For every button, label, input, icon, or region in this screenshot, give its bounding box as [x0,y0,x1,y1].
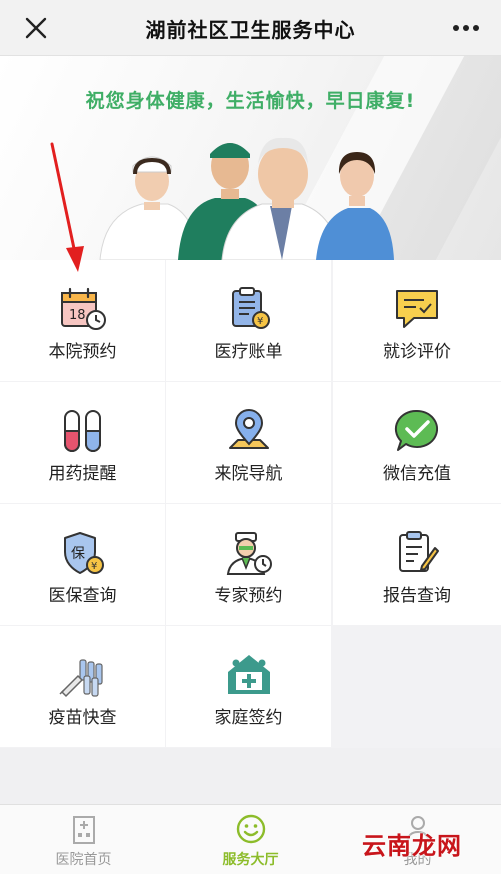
annotation-arrow [50,142,84,272]
service-label: 本院预约 [48,342,117,362]
service-insurance-query[interactable]: 保 ¥ 医保查询 [0,504,165,625]
more-dots-icon[interactable] [451,14,481,42]
tab-label: 服务大厅 [222,852,279,868]
service-label: 专家预约 [214,586,283,606]
tab-label: 医院首页 [55,852,112,868]
service-family-contract[interactable]: 家庭签约 [166,626,331,747]
service-navigation[interactable]: 来院导航 [166,382,331,503]
bill-icon: ¥ [231,287,270,329]
service-medication-reminder[interactable]: 用药提醒 [0,382,165,503]
service-evaluation[interactable]: 就诊评价 [333,260,501,381]
close-icon[interactable] [22,14,50,42]
service-label: 就诊评价 [383,342,451,362]
service-grid: 18 本院预约 ¥ 医疗账单 就诊评价 用药提醒 来院导航 微信充值 保 ¥ 医… [0,260,501,748]
calendar-day: 18 [69,308,86,323]
doctor-clock-icon [226,532,272,575]
service-expert-appointment[interactable]: 专家预约 [166,504,331,625]
wechat-icon [394,409,439,451]
insurance-char: 保 [71,546,85,562]
report-icon [399,531,439,572]
service-label: 报告查询 [383,586,451,606]
service-label: 来院导航 [214,464,283,484]
top-bar: 湖前社区卫生服务中心 [0,0,501,56]
tab-service-hall[interactable]: 服务大厅 [167,805,334,874]
service-label: 用药提醒 [48,464,117,484]
smile-icon [236,814,265,844]
service-label: 医保查询 [48,586,117,606]
service-label: 家庭签约 [214,708,283,728]
watermark: 云南龙网 [362,832,462,860]
shield-insurance-icon: 保 ¥ [63,532,104,574]
svg-text:¥: ¥ [257,316,263,327]
service-vaccine-query[interactable]: 疫苗快查 [0,626,165,747]
tab-hospital-home[interactable]: 医院首页 [0,805,167,874]
vaccine-icon [58,659,103,698]
page-title: 湖前社区卫生服务中心 [145,18,356,42]
pill-icon [63,410,101,452]
svg-text:¥: ¥ [91,561,97,572]
service-wechat-recharge[interactable]: 微信充值 [333,382,501,503]
calendar-clock-icon: 18 [60,287,106,330]
comment-check-icon [396,290,438,328]
service-report-query[interactable]: 报告查询 [333,504,501,625]
family-house-icon [227,655,270,694]
service-label: 疫苗快查 [48,708,117,728]
service-label: 医疗账单 [214,342,283,362]
map-pin-icon [228,409,269,449]
service-bill[interactable]: ¥ 医疗账单 [166,260,331,381]
service-label: 微信充值 [383,464,451,484]
hospital-icon [72,816,95,844]
